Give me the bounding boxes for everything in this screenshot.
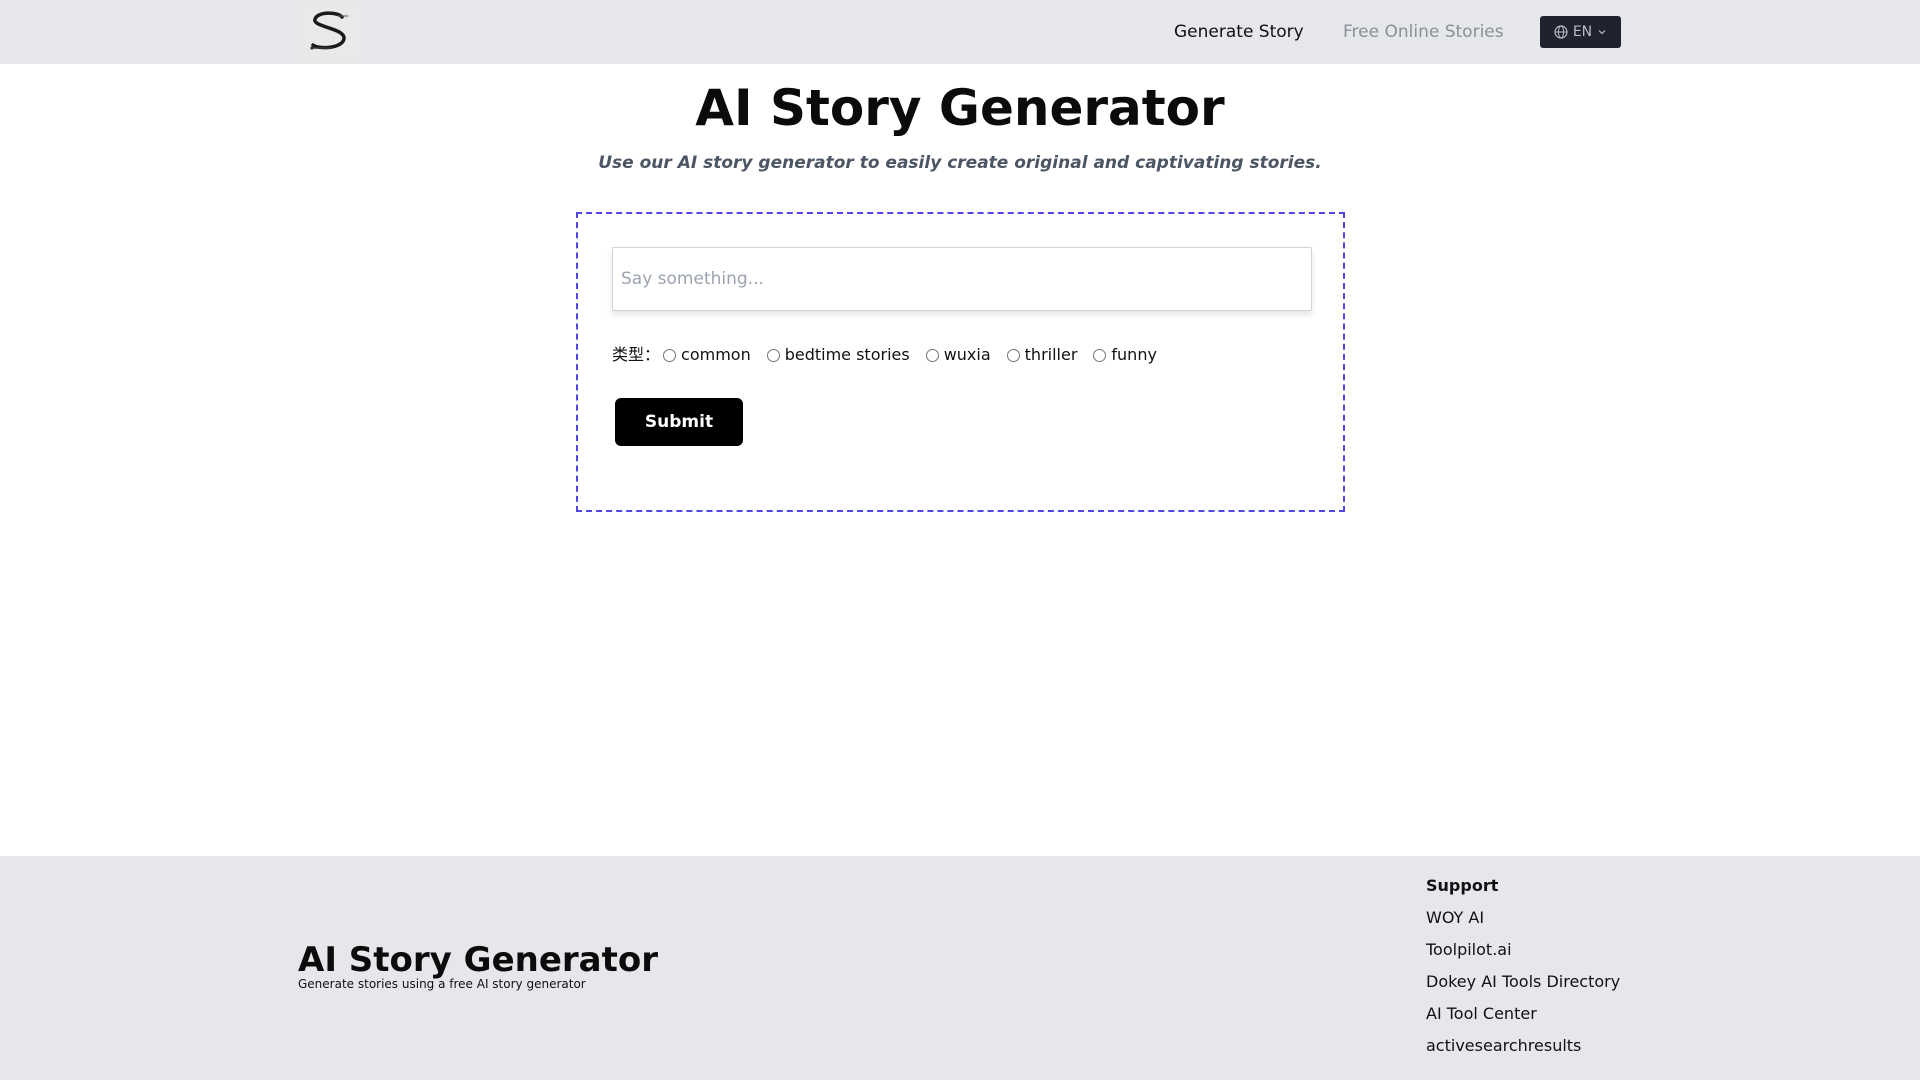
type-option-label: common xyxy=(681,345,751,364)
type-option-bedtime-stories[interactable]: bedtime stories xyxy=(766,343,910,367)
language-label: EN xyxy=(1572,24,1593,40)
prompt-input[interactable] xyxy=(612,247,1312,311)
page-title: AI Story Generator xyxy=(695,79,1225,137)
story-type-group: 类型： common bedtime stories wuxia thrille… xyxy=(612,343,1173,367)
type-option-label: wuxia xyxy=(943,345,991,364)
globe-icon xyxy=(1554,25,1568,39)
submit-button[interactable]: Submit xyxy=(615,398,743,446)
radio-button[interactable] xyxy=(1006,348,1020,362)
support-link-activesearchresults[interactable]: activesearchresults xyxy=(1426,1036,1620,1056)
support-link-dokey[interactable]: Dokey AI Tools Directory xyxy=(1426,972,1620,992)
radio-button[interactable] xyxy=(766,348,780,362)
type-option-label: funny xyxy=(1111,345,1157,364)
type-option-funny[interactable]: funny xyxy=(1093,343,1157,367)
s-logo-icon[interactable] xyxy=(298,2,362,62)
language-selector[interactable]: EN xyxy=(1540,16,1621,48)
type-option-label: bedtime stories xyxy=(784,345,910,364)
type-option-common[interactable]: common xyxy=(663,343,751,367)
radio-button[interactable] xyxy=(925,348,939,362)
support-heading: Support xyxy=(1426,876,1499,895)
support-link-toolpilot[interactable]: Toolpilot.ai xyxy=(1426,940,1620,960)
radio-button[interactable] xyxy=(663,348,677,362)
support-link-ai-tool-center[interactable]: AI Tool Center xyxy=(1426,1004,1620,1024)
radio-button[interactable] xyxy=(1093,348,1107,362)
chevron-down-icon xyxy=(1597,27,1607,37)
support-link-woy-ai[interactable]: WOY AI xyxy=(1426,908,1620,928)
type-option-thriller[interactable]: thriller xyxy=(1006,343,1078,367)
story-type-label: 类型： xyxy=(612,345,661,364)
type-option-label: thriller xyxy=(1024,345,1078,364)
site-header: Generate Story Free Online Stories EN xyxy=(0,0,1920,64)
page-subtitle: Use our AI story generator to easily cre… xyxy=(598,153,1322,173)
site-footer: AI Story Generator Generate stories usin… xyxy=(0,856,1920,1080)
footer-support-column: Support WOY AI Toolpilot.ai Dokey AI Too… xyxy=(1426,876,1620,1068)
footer-tagline: Generate stories using a free AI story g… xyxy=(298,977,586,991)
type-option-wuxia[interactable]: wuxia xyxy=(925,343,991,367)
story-form: 类型： common bedtime stories wuxia thrille… xyxy=(576,212,1345,512)
nav-generate-story[interactable]: Generate Story xyxy=(1174,20,1304,44)
nav-free-online-stories[interactable]: Free Online Stories xyxy=(1343,20,1504,44)
